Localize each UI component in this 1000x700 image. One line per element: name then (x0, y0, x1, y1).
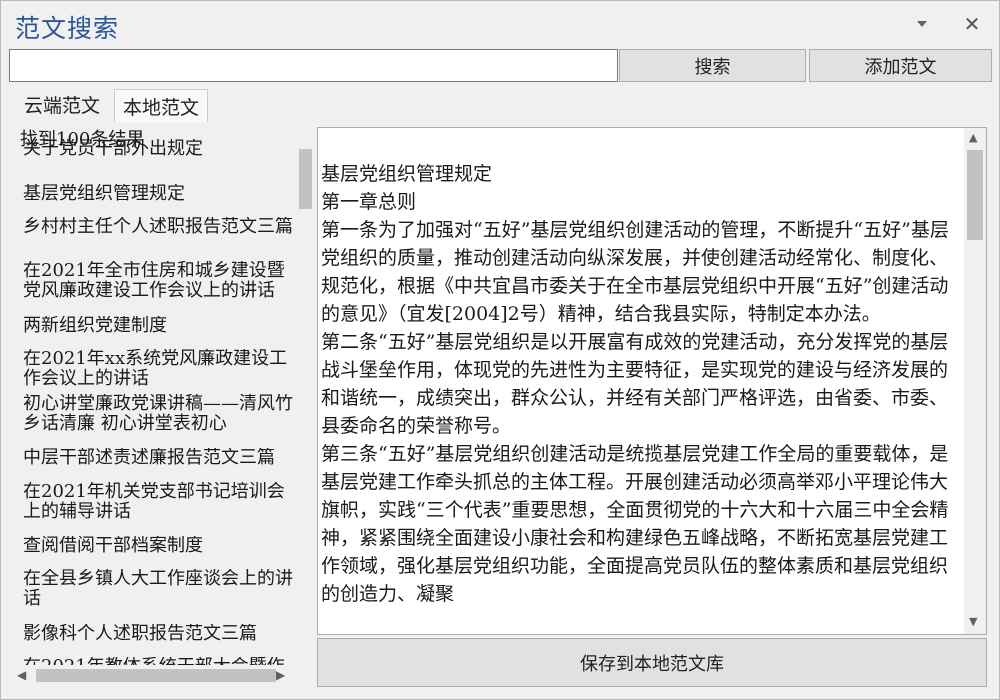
search-button[interactable]: 搜索 (619, 49, 806, 82)
result-count: 找到100条结果 (20, 129, 145, 150)
scroll-left-icon[interactable]: ◀ (17, 669, 29, 681)
list-item[interactable]: 在全县乡镇人大工作座谈会上的讲话 (23, 569, 297, 609)
save-to-local-button[interactable]: 保存到本地范文库 (317, 638, 987, 687)
list-item[interactable]: 影像科个人述职报告范文三篇 (23, 624, 297, 646)
title-bar: 范文搜索 ✕ (1, 1, 1000, 47)
document-preview[interactable]: 基层党组织管理规定 第一章总则 第一条为了加强对“五好”基层党组织创建活动的管理… (317, 127, 987, 635)
results-panel: 关于党员干部外出规定 基层党组织管理规定 乡村村主任个人述职报告范文三篇 在20… (12, 123, 314, 689)
list-item[interactable]: 在2021年机关党支部书记培训会上的辅导讲话 (23, 482, 297, 522)
list-item[interactable]: 在2021年全市住房和城乡建设暨党风廉政建设工作会议上的讲话 (23, 261, 297, 301)
list-item[interactable]: 在2021年教体系统干部大会暨作风 (23, 657, 297, 665)
document-text: 基层党组织管理规定 第一章总则 第一条为了加强对“五好”基层党组织创建活动的管理… (321, 163, 949, 605)
list-item[interactable]: 初心讲堂廉政党课讲稿——清风竹乡话清廉 初心讲堂表初心 (23, 394, 297, 434)
results-vertical-scrollbar[interactable] (297, 123, 314, 665)
add-sample-button[interactable]: 添加范文 (809, 49, 992, 82)
scrollbar-thumb[interactable] (36, 669, 276, 682)
tab-cloud[interactable]: 云端范文 (12, 86, 112, 122)
scroll-down-icon[interactable]: ▼ (969, 616, 977, 628)
window-title: 范文搜索 (15, 14, 120, 43)
list-item[interactable]: 乡村村主任个人述职报告范文三篇 (23, 217, 297, 257)
scrollbar-thumb[interactable] (299, 149, 312, 209)
search-input[interactable] (9, 49, 618, 82)
list-item[interactable]: 查阅借阅干部档案制度 (23, 536, 297, 558)
scroll-right-icon[interactable]: ▶ (276, 669, 288, 681)
list-item[interactable]: 基层党组织管理规定 (23, 184, 297, 206)
close-icon[interactable]: ✕ (961, 13, 983, 35)
scroll-up-icon[interactable]: ▲ (969, 132, 977, 144)
results-horizontal-scrollbar[interactable]: ◀ ▶ (12, 665, 314, 685)
list-item[interactable]: 中层干部述责述廉报告范文三篇 (23, 448, 297, 470)
preview-vertical-scrollbar[interactable]: ▲ ▼ (964, 128, 986, 634)
results-list: 关于党员干部外出规定 基层党组织管理规定 乡村村主任个人述职报告范文三篇 在20… (12, 123, 297, 665)
scrollbar-thumb[interactable] (967, 150, 983, 240)
chevron-down-icon[interactable] (911, 13, 933, 35)
list-item[interactable]: 在2021年xx系统党风廉政建设工作会议上的讲话 (23, 349, 297, 389)
list-item[interactable]: 两新组织党建制度 (23, 316, 297, 338)
tab-local[interactable]: 本地范文 (114, 89, 208, 122)
